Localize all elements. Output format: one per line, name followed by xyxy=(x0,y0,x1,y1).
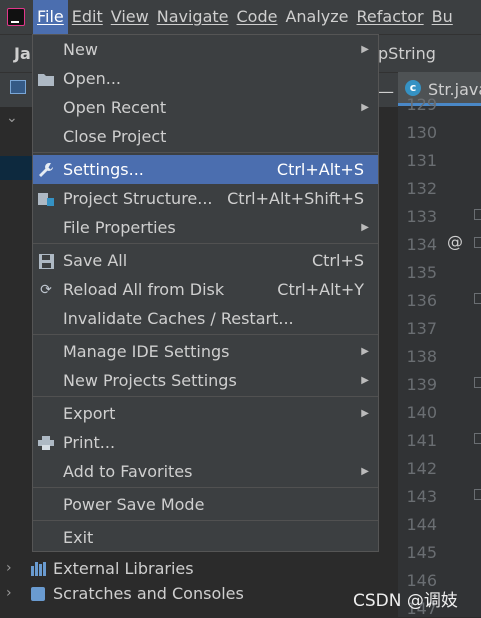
menu-item-file-properties[interactable]: File Properties ▶ xyxy=(33,213,378,242)
line-number: 138 xyxy=(406,347,437,366)
menu-item-new-projects-settings[interactable]: New Projects Settings ▶ xyxy=(33,366,378,395)
line-number: 143 xyxy=(406,487,437,506)
fold-icon[interactable] xyxy=(474,293,481,304)
chevron-down-icon[interactable]: ⌄ xyxy=(6,110,18,126)
override-marker[interactable]: @ xyxy=(447,232,463,251)
line-number: 140 xyxy=(406,403,437,422)
tree-item-external-libraries[interactable]: External Libraries xyxy=(53,559,194,578)
tree-selection-row xyxy=(0,156,32,180)
submenu-arrow-icon: ▶ xyxy=(361,375,369,386)
submenu-arrow-icon: ▶ xyxy=(361,222,369,233)
menu-analyze[interactable]: Analyze xyxy=(281,0,352,34)
line-number: 145 xyxy=(406,543,437,562)
line-number: 129 xyxy=(406,95,437,114)
line-number: 142 xyxy=(406,459,437,478)
refresh-icon: ⟳ xyxy=(40,282,52,298)
menu-item-settings[interactable]: Settings... Ctrl+Alt+S xyxy=(33,155,378,184)
chevron-right-icon[interactable]: › xyxy=(6,585,12,601)
project-view-icon[interactable] xyxy=(10,80,26,94)
fold-icon[interactable] xyxy=(474,489,481,500)
menu-view[interactable]: View xyxy=(107,0,153,34)
scratch-icon xyxy=(31,587,45,601)
line-number: 134 xyxy=(406,235,437,254)
menu-item-invalidate-caches[interactable]: Invalidate Caches / Restart... xyxy=(33,304,378,333)
line-number: 133 xyxy=(406,207,437,226)
menu-item-add-to-favorites[interactable]: Add to Favorites ▶ xyxy=(33,457,378,486)
line-number: 135 xyxy=(406,263,437,282)
menu-item-new[interactable]: New ▶ xyxy=(33,35,378,64)
line-number: 131 xyxy=(406,151,437,170)
menu-item-open[interactable]: Open... xyxy=(33,64,378,93)
menu-item-manage-ide-settings[interactable]: Manage IDE Settings ▶ xyxy=(33,337,378,366)
line-number: 137 xyxy=(406,319,437,338)
submenu-arrow-icon: ▶ xyxy=(361,408,369,419)
submenu-arrow-icon: ▶ xyxy=(361,44,369,55)
submenu-arrow-icon: ▶ xyxy=(361,102,369,113)
menu-item-power-save-mode[interactable]: Power Save Mode xyxy=(33,490,378,519)
intellij-logo-icon xyxy=(7,8,25,26)
line-number: 141 xyxy=(406,431,437,450)
menu-item-save-all[interactable]: Save All Ctrl+S xyxy=(33,246,378,275)
menu-item-exit[interactable]: Exit xyxy=(33,523,378,552)
line-number: 130 xyxy=(406,123,437,142)
menu-item-export[interactable]: Export ▶ xyxy=(33,399,378,428)
line-number: 132 xyxy=(406,179,437,198)
menu-item-open-recent[interactable]: Open Recent ▶ xyxy=(33,93,378,122)
fold-icon[interactable] xyxy=(474,433,481,444)
menu-build[interactable]: Bu xyxy=(428,0,457,34)
line-number: 144 xyxy=(406,515,437,534)
chevron-right-icon[interactable]: › xyxy=(6,560,12,576)
menu-file[interactable]: File xyxy=(33,0,68,34)
wrench-icon xyxy=(37,161,55,179)
menu-item-project-structure[interactable]: Project Structure... Ctrl+Alt+Shift+S xyxy=(33,184,378,213)
submenu-arrow-icon: ▶ xyxy=(361,466,369,477)
menu-bar: File Edit View Navigate Code Analyze Ref… xyxy=(0,0,481,34)
menu-item-print[interactable]: Print... xyxy=(33,428,378,457)
fold-icon[interactable] xyxy=(474,377,481,388)
library-icon xyxy=(31,562,47,576)
menu-navigate[interactable]: Navigate xyxy=(153,0,233,34)
menu-item-reload-all[interactable]: ⟳ Reload All from Disk Ctrl+Alt+Y xyxy=(33,275,378,304)
project-structure-icon xyxy=(37,190,55,208)
printer-icon xyxy=(37,434,55,452)
tab-title-fragment: pString xyxy=(378,44,436,63)
folder-icon xyxy=(37,70,55,88)
menu-code[interactable]: Code xyxy=(233,0,282,34)
fold-icon[interactable] xyxy=(474,237,481,248)
fold-icon[interactable] xyxy=(474,209,481,220)
submenu-arrow-icon: ▶ xyxy=(361,346,369,357)
line-number: 136 xyxy=(406,291,437,310)
menu-item-close-project[interactable]: Close Project xyxy=(33,122,378,151)
project-title: Ja xyxy=(14,44,31,63)
menu-refactor[interactable]: Refactor xyxy=(353,0,428,34)
file-menu-dropdown: New ▶ Open... Open Recent ▶ Close Projec… xyxy=(32,34,379,552)
menu-edit[interactable]: Edit xyxy=(68,0,107,34)
save-icon xyxy=(37,252,55,270)
class-icon: c xyxy=(405,80,421,96)
line-number: 139 xyxy=(406,375,437,394)
watermark: CSDN @调妓 xyxy=(353,591,458,611)
minimize-icon[interactable]: — xyxy=(378,82,394,101)
tree-item-scratches[interactable]: Scratches and Consoles xyxy=(53,584,244,603)
